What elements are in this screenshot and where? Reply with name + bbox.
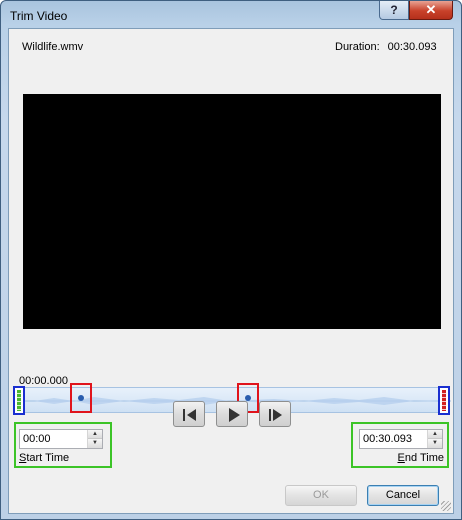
resize-grip[interactable]: [441, 501, 451, 511]
window-title: Trim Video: [10, 9, 68, 23]
end-time-input[interactable]: 00:30.093 ▲ ▼: [359, 429, 443, 449]
start-time-label-rest: tart Time: [26, 452, 70, 464]
start-time-up-button[interactable]: ▲: [88, 430, 102, 439]
cancel-button[interactable]: Cancel: [367, 485, 439, 506]
end-time-label: End Time: [398, 452, 444, 464]
close-button[interactable]: ✕: [409, 1, 453, 20]
end-time-label-rest: nd Time: [404, 452, 444, 464]
previous-frame-button[interactable]: [173, 401, 205, 427]
previous-frame-icon: [183, 409, 196, 421]
video-preview[interactable]: [23, 94, 441, 329]
file-name: Wildlife.wmv: [22, 41, 84, 53]
next-frame-icon: [269, 409, 282, 421]
marker-dot: [245, 395, 251, 401]
duration-label: Duration:: [335, 41, 380, 53]
start-time-group: 00:00 ▲ ▼ Start Time: [14, 422, 112, 468]
start-time-input[interactable]: 00:00 ▲ ▼: [19, 429, 103, 449]
trim-video-dialog: Trim Video ? ✕ Wildlife.wmv Duration: 00:…: [0, 0, 462, 520]
start-time-value: 00:00: [23, 433, 51, 445]
play-button[interactable]: [216, 401, 248, 427]
play-icon: [229, 408, 240, 422]
current-time: 00:00.000: [19, 375, 68, 387]
start-time-stepper: ▲ ▼: [87, 430, 102, 448]
help-button[interactable]: ?: [379, 1, 409, 20]
end-time-value: 00:30.093: [363, 433, 412, 445]
end-handle-grip: [442, 390, 446, 411]
end-time-down-button[interactable]: ▼: [428, 439, 442, 448]
dialog-client-area: Wildlife.wmv Duration: 00:30.093 00:00.00…: [8, 28, 454, 514]
end-time-up-button[interactable]: ▲: [428, 430, 442, 439]
timeline-marker-1[interactable]: [70, 383, 92, 413]
marker-dot: [78, 395, 84, 401]
end-time-accesskey: E: [397, 452, 405, 464]
end-trim-handle[interactable]: [438, 386, 450, 415]
duration-readout: Duration: 00:30.093: [335, 41, 437, 53]
start-trim-handle[interactable]: [13, 386, 25, 415]
ok-button[interactable]: OK: [285, 485, 357, 506]
start-handle-grip: [17, 390, 21, 411]
title-bar[interactable]: Trim Video ? ✕: [1, 1, 461, 29]
start-time-down-button[interactable]: ▼: [88, 439, 102, 448]
start-time-label: Start Time: [19, 452, 69, 464]
next-frame-button[interactable]: [259, 401, 291, 427]
duration-value: 00:30.093: [387, 41, 437, 53]
end-time-stepper: ▲ ▼: [427, 430, 442, 448]
end-time-group: 00:30.093 ▲ ▼ End Time: [351, 422, 449, 468]
